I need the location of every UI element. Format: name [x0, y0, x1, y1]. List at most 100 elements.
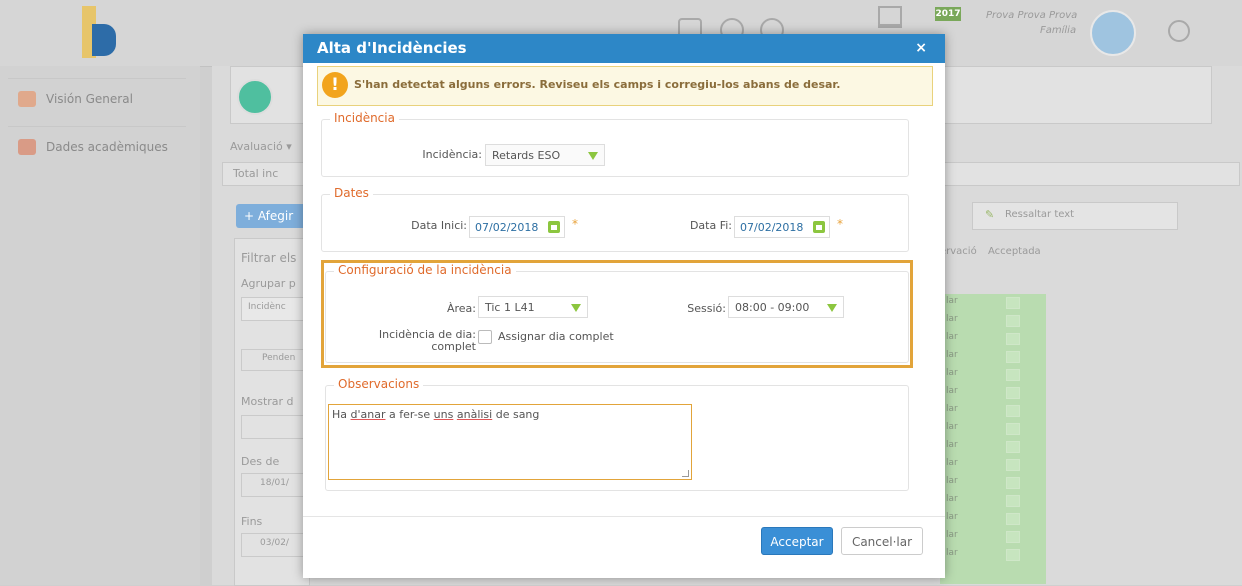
- table-row-text: lar: [946, 440, 958, 450]
- total-tab[interactable]: Total inc: [233, 167, 278, 180]
- afegir-button[interactable]: + Afegir: [236, 204, 306, 228]
- filter-title: Filtrar els: [241, 251, 297, 265]
- data-inici-label: Data Inici:: [411, 219, 467, 232]
- graduation-icon: [18, 139, 36, 155]
- table-row-checkbox[interactable]: [1006, 315, 1020, 327]
- user-name: Prova Prova Prova: [986, 10, 1078, 21]
- error-alert: ! S'han detectat alguns errors. Reviseu …: [317, 66, 933, 106]
- resize-handle[interactable]: [682, 470, 689, 477]
- ressaltar-placeholder: Ressaltar text: [1005, 209, 1075, 220]
- modal-footer-divider: [303, 516, 945, 517]
- year-badge[interactable]: 2017: [935, 7, 961, 21]
- table-row-checkbox[interactable]: [1006, 405, 1020, 417]
- table-row-text: lar: [946, 404, 958, 414]
- section-title: Incidència: [330, 111, 399, 125]
- required-mark: *: [572, 217, 578, 231]
- fins-value: 03/02/: [260, 538, 289, 548]
- pencil-icon: ✎: [985, 208, 995, 221]
- data-fi-input[interactable]: 07/02/2018: [734, 216, 830, 238]
- alert-message: S'han detectat alguns errors. Reviseu el…: [354, 78, 841, 91]
- table-row-text: lar: [946, 512, 958, 522]
- calendar-icon[interactable]: [813, 221, 825, 233]
- data-inici-input[interactable]: 07/02/2018: [469, 216, 565, 238]
- obs-text: Ha: [332, 408, 351, 421]
- home-icon: [18, 91, 36, 107]
- avatar[interactable]: [1090, 10, 1136, 56]
- table-row-checkbox[interactable]: [1006, 297, 1020, 309]
- afegir-label: Afegir: [257, 209, 294, 223]
- close-icon[interactable]: ×: [915, 34, 927, 63]
- incidencia-select[interactable]: Retards ESO: [485, 144, 605, 166]
- obs-text-misspelled: uns: [433, 408, 454, 421]
- obs-text-misspelled: d'anar: [350, 408, 386, 421]
- warning-icon: !: [322, 72, 348, 98]
- table-row-checkbox[interactable]: [1006, 441, 1020, 453]
- table-row-text: lar: [946, 422, 958, 432]
- obs-text-misspelled: anàlisi: [456, 408, 493, 421]
- table-row-checkbox[interactable]: [1006, 369, 1020, 381]
- data-inici-value: 07/02/2018: [475, 221, 539, 234]
- table-row-checkbox[interactable]: [1006, 477, 1020, 489]
- group-label: Agrupar p: [241, 277, 296, 290]
- modal-title: Alta d'Incidències: [317, 39, 467, 57]
- table-row-checkbox[interactable]: [1006, 423, 1020, 435]
- student-avatar[interactable]: [237, 79, 273, 115]
- table-row-checkbox[interactable]: [1006, 513, 1020, 525]
- table-row-checkbox[interactable]: [1006, 333, 1020, 345]
- section-dates: Dates Data Inici: 07/02/2018 * Data Fi: …: [321, 186, 909, 252]
- table-row-text: lar: [946, 296, 958, 306]
- sidebar: Visión General Dades acadèmiques: [0, 66, 200, 585]
- logout-icon[interactable]: [1168, 20, 1190, 42]
- sidebar-item-label: Visión General: [46, 92, 133, 106]
- table-row-text: lar: [946, 314, 958, 324]
- ressaltar-input[interactable]: ✎ Ressaltar text: [972, 202, 1178, 230]
- col-observacio: ervació: [940, 246, 977, 257]
- acceptar-button[interactable]: Acceptar: [761, 527, 833, 555]
- obs-text: a fer-se: [385, 408, 434, 421]
- plus-icon: +: [244, 209, 255, 223]
- app-logo[interactable]: JP notes: [78, 6, 118, 58]
- incidencia-value: Retards ESO: [492, 149, 561, 162]
- highlight-box: [321, 260, 913, 368]
- table-row-text: lar: [946, 530, 958, 540]
- table-row-text: lar: [946, 350, 958, 360]
- observacions-textarea[interactable]: Ha d'anar a fer-se uns anàlisi de sang: [328, 404, 692, 480]
- table-row-checkbox[interactable]: [1006, 351, 1020, 363]
- table-row-text: lar: [946, 332, 958, 342]
- table-row-text: lar: [946, 476, 958, 486]
- data-fi-value: 07/02/2018: [740, 221, 804, 234]
- data-fi-label: Data Fi:: [689, 219, 732, 232]
- des-de-value: 18/01/: [260, 478, 289, 488]
- school-icon[interactable]: [878, 6, 902, 28]
- cancel-button[interactable]: Cancel·lar: [841, 527, 923, 555]
- section-incidencia: Incidència Incidència: Retards ESO: [321, 111, 909, 177]
- table-row-checkbox[interactable]: [1006, 387, 1020, 399]
- sidebar-item-dades-academiques[interactable]: Dades acadèmiques: [8, 126, 186, 167]
- chevron-down-icon: [588, 152, 598, 160]
- sidebar-item-label: Dades acadèmiques: [46, 140, 168, 154]
- incidencia-label: Incidència:: [422, 148, 482, 161]
- section-observacions: Observacions Ha d'anar a fer-se uns anàl…: [325, 377, 909, 491]
- table-row-text: lar: [946, 494, 958, 504]
- section-title: Dates: [330, 186, 373, 200]
- calendar-icon[interactable]: [548, 221, 560, 233]
- sidebar-item-vision-general[interactable]: Visión General: [8, 78, 186, 119]
- table-row-text: lar: [946, 548, 958, 558]
- filter-panel: Filtrar els Agrupar p Incidènc Penden Mo…: [234, 238, 313, 586]
- table-row-text: lar: [946, 386, 958, 396]
- avaluacio-select[interactable]: Avaluació ▾: [230, 140, 292, 153]
- table-row-checkbox[interactable]: [1006, 495, 1020, 507]
- group-select-value: Incidènc: [248, 302, 286, 312]
- col-acceptada: Acceptada: [988, 246, 1041, 257]
- obs-text: de sang: [492, 408, 540, 421]
- required-mark: *: [837, 217, 843, 231]
- des-de-label: Des de: [241, 455, 280, 468]
- fins-label: Fins: [241, 515, 263, 528]
- user-family: Família: [1040, 25, 1077, 36]
- table-row-checkbox[interactable]: [1006, 531, 1020, 543]
- table-row-checkbox[interactable]: [1006, 459, 1020, 471]
- mostrar-label: Mostrar d: [241, 395, 294, 408]
- table-row-checkbox[interactable]: [1006, 549, 1020, 561]
- section-title: Observacions: [334, 377, 424, 391]
- modal-header: Alta d'Incidències ×: [303, 34, 945, 63]
